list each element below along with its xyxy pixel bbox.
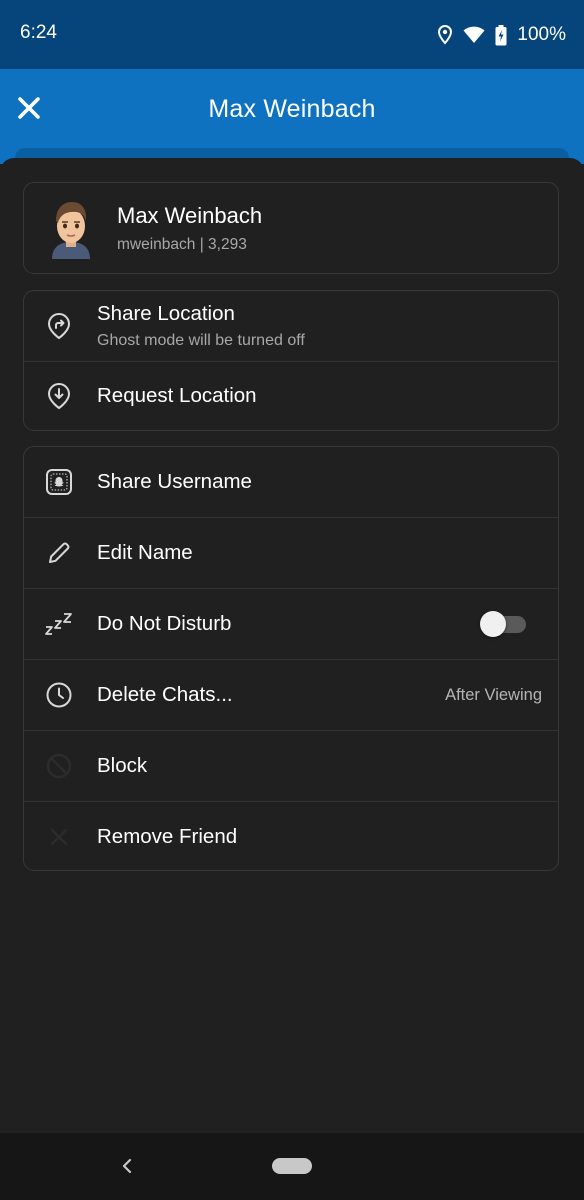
toggle-thumb <box>480 611 506 637</box>
delete-chats-value: After Viewing <box>445 685 542 704</box>
do-not-disturb-row[interactable]: Do Not Disturb <box>24 589 558 660</box>
clock-icon <box>44 680 74 710</box>
share-location-label: Share Location <box>97 302 235 325</box>
location-icon <box>437 25 453 45</box>
zzz-icon <box>44 609 74 639</box>
back-icon[interactable] <box>116 1155 138 1177</box>
location-card: Share Location Ghost mode will be turned… <box>23 290 559 431</box>
request-location-icon <box>44 381 74 411</box>
home-pill[interactable] <box>272 1158 312 1174</box>
edit-name-row[interactable]: Edit Name <box>24 518 558 589</box>
remove-friend-label: Remove Friend <box>97 825 238 848</box>
delete-chats-label: Delete Chats... <box>97 683 233 706</box>
profile-card[interactable]: Max Weinbach mweinbach | 3,293 <box>23 182 559 274</box>
battery-charging-icon <box>495 24 507 46</box>
block-row[interactable]: Block <box>24 731 558 802</box>
snapcode-icon <box>44 467 74 497</box>
share-location-icon <box>44 311 74 341</box>
battery-percent: 100% <box>517 24 566 45</box>
edit-name-label: Edit Name <box>97 541 193 564</box>
do-not-disturb-label: Do Not Disturb <box>97 612 232 635</box>
pencil-icon <box>44 538 74 568</box>
page-title: Max Weinbach <box>208 95 376 123</box>
delete-chats-row[interactable]: Delete Chats... After Viewing <box>24 660 558 731</box>
status-time: 6:24 <box>20 22 57 43</box>
profile-username-score: mweinbach | 3,293 <box>117 236 247 253</box>
request-location-row[interactable]: Request Location <box>24 362 558 431</box>
share-username-label: Share Username <box>97 470 252 493</box>
options-card: Share Username Edit Name Do Not Disturb … <box>23 446 559 871</box>
status-icons: 100% <box>437 20 566 50</box>
do-not-disturb-toggle[interactable] <box>480 611 528 637</box>
request-location-label: Request Location <box>97 384 257 408</box>
block-label: Block <box>97 754 148 777</box>
wifi-icon <box>463 26 485 44</box>
bitmoji-avatar[interactable] <box>46 197 96 259</box>
remove-friend-row[interactable]: Remove Friend <box>24 802 558 870</box>
share-username-row[interactable]: Share Username <box>24 447 558 518</box>
android-nav-bar <box>0 1133 584 1200</box>
block-icon <box>44 751 74 781</box>
status-bar: 6:24 100% <box>0 0 584 69</box>
x-icon <box>44 822 74 852</box>
profile-name: Max Weinbach <box>117 203 263 228</box>
share-location-sub: Ghost mode will be turned off <box>97 332 305 349</box>
share-location-row[interactable]: Share Location Ghost mode will be turned… <box>24 291 558 362</box>
